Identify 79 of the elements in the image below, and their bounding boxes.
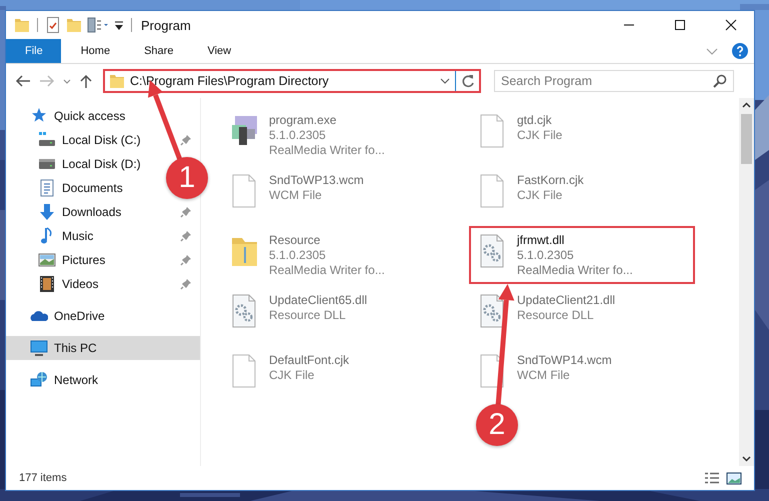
pin-icon[interactable] — [180, 278, 192, 290]
scrollbar-thumb[interactable] — [741, 114, 752, 164]
pin-icon[interactable] — [180, 206, 192, 218]
folder-icon — [109, 73, 125, 89]
file-detail: WCM File — [517, 368, 571, 383]
film-icon — [38, 275, 56, 293]
file-detail: WCM File — [269, 188, 323, 203]
properties-icon[interactable] — [45, 17, 61, 33]
dropdown-icon[interactable] — [440, 78, 450, 84]
pin-icon[interactable] — [180, 254, 192, 266]
file-detail: RealMedia Writer fo... — [517, 263, 633, 278]
file-item[interactable]: SndToWP14.wcm WCM File — [469, 346, 695, 404]
file-name: SndToWP14.wcm — [517, 353, 612, 368]
file-name: UpdateClient21.dll — [517, 293, 616, 308]
window-title: Program — [141, 18, 191, 32]
details-view-icon[interactable] — [704, 472, 720, 484]
help-icon[interactable] — [732, 43, 748, 59]
sidebar-item[interactable]: Downloads — [6, 200, 200, 224]
file-detail: RealMedia Writer fo... — [269, 143, 385, 158]
ribbon-tab[interactable]: Share — [130, 39, 188, 63]
file-name: UpdateClient65.dll — [269, 293, 368, 308]
address-bar[interactable]: C:\Program Files\Program Directory — [103, 69, 481, 93]
view-options-icon[interactable] — [87, 17, 109, 33]
scrollbar[interactable] — [739, 98, 754, 466]
file-name: gtd.cjk — [517, 113, 553, 128]
item-count: 177 items — [19, 472, 67, 484]
pin-icon[interactable] — [180, 230, 192, 242]
file-name: FastKorn.cjk — [517, 173, 584, 188]
search-field[interactable]: Search Program — [494, 70, 734, 92]
sidebar-item[interactable]: Documents — [6, 176, 127, 200]
picture-icon — [38, 251, 56, 269]
file-item[interactable]: UpdateClient65.dll Resource DLL — [221, 286, 447, 344]
search-icon — [713, 74, 727, 88]
document-icon — [38, 179, 56, 197]
ribbon-tab[interactable]: View — [193, 39, 246, 63]
file-name: SndToWP13.wcm — [269, 173, 364, 188]
sidebar-item[interactable]: Pictures — [6, 248, 200, 272]
file-detail: Resource DLL — [269, 308, 347, 323]
download-icon — [38, 203, 56, 221]
sidebar-item[interactable]: Music — [6, 224, 200, 248]
sidebar-item[interactable]: Local Disk (C:) — [6, 128, 200, 152]
file-item[interactable]: jfrmwt.dll 5.1.0.2305 RealMedia Writer fo... — [469, 226, 695, 284]
file-name: Resource — [269, 233, 322, 248]
file-name: jfrmwt.dll — [517, 233, 566, 248]
file-item[interactable]: UpdateClient21.dll Resource DLL — [469, 286, 695, 344]
file-item[interactable]: Resource 5.1.0.2305 RealMedia Writer fo... — [221, 226, 447, 284]
file-detail: Resource DLL — [517, 308, 595, 323]
expand-ribbon-icon[interactable] — [706, 48, 718, 54]
sidebar-item[interactable]: OneDrive — [6, 304, 109, 328]
pin-icon[interactable] — [180, 134, 192, 146]
sidebar-item[interactable]: Network — [6, 368, 102, 392]
file-item[interactable]: program.exe 5.1.0.2305 RealMedia Writer fo... — [221, 106, 447, 164]
file-item[interactable]: gtd.cjk CJK File — [469, 106, 695, 164]
back-button[interactable] — [14, 73, 32, 89]
ribbon-tab[interactable]: Home — [66, 39, 124, 63]
file-detail: CJK File — [269, 368, 316, 383]
large-icons-view-icon[interactable] — [726, 472, 742, 484]
file-item[interactable]: SndToWP13.wcm WCM File — [221, 166, 447, 224]
drive-icon — [38, 131, 56, 149]
refresh-icon[interactable] — [461, 74, 475, 88]
file-detail: 5.1.0.2305 — [269, 248, 327, 263]
file-item[interactable]: FastKorn.cjk CJK File — [469, 166, 695, 224]
up-button[interactable] — [78, 73, 94, 89]
file-name: program.exe — [269, 113, 338, 128]
address-path: C:\Program Files\Program Directory — [130, 74, 329, 88]
file-name: DefaultFont.cjk — [269, 353, 350, 368]
sidebar-item[interactable]: Quick access — [6, 104, 130, 128]
computer-icon — [30, 339, 48, 357]
file-item[interactable]: DefaultFont.cjk CJK File — [221, 346, 447, 404]
file-detail: 5.1.0.2305 — [269, 128, 327, 143]
file-detail: CJK File — [517, 128, 562, 143]
file-detail: RealMedia Writer fo... — [269, 263, 385, 278]
file-menu-button[interactable]: File — [6, 39, 61, 63]
sidebar-item[interactable]: Local Disk (D:) — [6, 152, 145, 176]
file-detail: 5.1.0.2305 — [517, 248, 575, 263]
network-icon — [30, 371, 48, 389]
sidebar-item[interactable]: Videos — [6, 272, 200, 296]
file-detail: CJK File — [517, 188, 564, 203]
sidebar-item[interactable]: This PC — [6, 336, 200, 360]
